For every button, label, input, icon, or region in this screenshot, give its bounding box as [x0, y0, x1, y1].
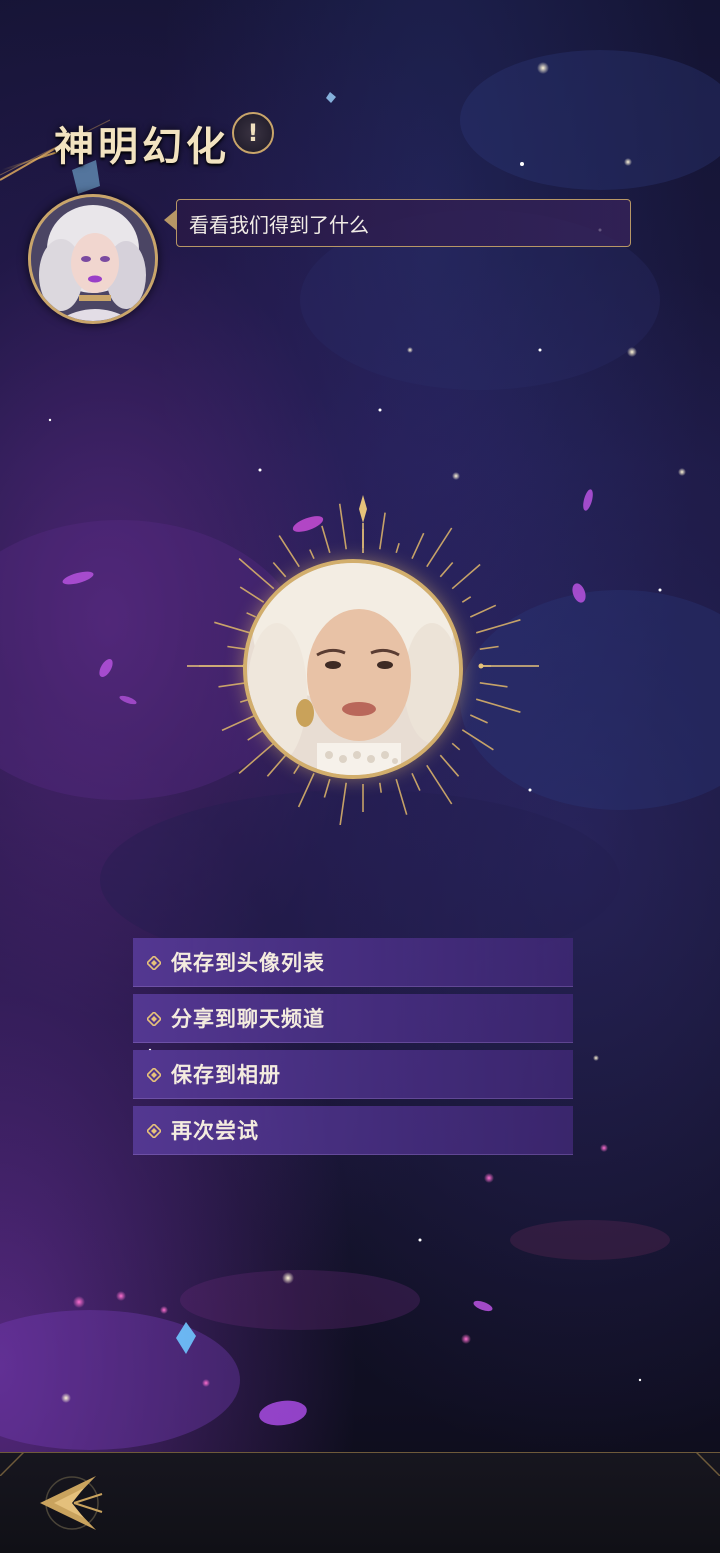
sunburst-ray: [411, 532, 425, 560]
sunburst-ray: [461, 729, 494, 751]
sunburst-ray: [395, 542, 400, 554]
sunburst-ray: [238, 557, 275, 590]
sunburst-ray: [379, 512, 386, 550]
sunburst-ray: [411, 772, 421, 791]
sunburst-ray: [309, 549, 315, 560]
action-menu: 保存到头像列表 分享到聊天频道 保存到相册 再次尝试: [133, 938, 573, 1162]
sunburst-ray: [278, 535, 300, 568]
npc-avatar: [28, 194, 158, 324]
sunburst-ray: [479, 645, 499, 650]
sunburst-ray: [321, 525, 331, 554]
sunburst-ray: [238, 742, 275, 775]
sunburst-ray: [239, 586, 265, 603]
sunburst-ray: [297, 772, 315, 808]
diamond-bullet-icon: [145, 954, 163, 972]
sunburst-ray: [475, 698, 521, 713]
sunburst-ray: [338, 503, 347, 550]
npc-speech-bubble: 看看我们得到了什么: [176, 199, 631, 247]
sunburst-ray: [246, 612, 257, 618]
bottom-bar-corner-right: [696, 1452, 720, 1476]
sunburst-ray: [451, 563, 481, 590]
diamond-bullet-icon: [145, 1122, 163, 1140]
share-to-chat-button[interactable]: 分享到聊天频道: [133, 994, 573, 1043]
npc-portrait-image: [31, 197, 155, 321]
sunburst-ray: [479, 682, 508, 688]
sunburst-ray: [221, 714, 257, 732]
sunburst-ray: [379, 782, 382, 793]
page-title: 神明幻化: [54, 123, 230, 170]
sunburst-ray: [339, 782, 347, 825]
sunburst-ray: [227, 645, 247, 650]
game-screen: 神明幻化 ! 看看我们得到了什么 保存到头像列表 分享到聊天频道 保存到相册 再…: [0, 0, 720, 1553]
exclamation-icon[interactable]: !: [232, 112, 274, 154]
save-to-avatar-list-button[interactable]: 保存到头像列表: [133, 938, 573, 987]
sunburst-ray: [293, 764, 300, 775]
sunburst-ray: [426, 764, 453, 805]
bottom-bar-corner-left: [0, 1452, 24, 1476]
save-to-album-button[interactable]: 保存到相册: [133, 1050, 573, 1099]
menu-item-label: 保存到头像列表: [171, 950, 325, 975]
speech-bubble-tail: [164, 210, 176, 230]
sunburst-ray: [272, 561, 287, 578]
sunburst-ray: [469, 714, 488, 724]
diamond-bullet-icon: [145, 1010, 163, 1028]
generated-portrait-image: [247, 563, 459, 775]
sunburst-ray: [469, 604, 497, 618]
sunburst-ray: [247, 729, 265, 741]
sunburst-ray: [218, 682, 247, 688]
sunburst-ray: [461, 596, 472, 603]
try-again-button[interactable]: 再次尝试: [133, 1106, 573, 1155]
sunburst-ray: [475, 619, 521, 634]
sunburst-ray: [266, 754, 287, 777]
menu-item-label: 再次尝试: [171, 1118, 259, 1143]
npc-speech-text: 看看我们得到了什么: [189, 212, 369, 237]
sunburst-ray: [451, 742, 461, 751]
sunburst-ray: [395, 778, 408, 815]
sunburst-ray: [439, 561, 454, 578]
back-arrow-icon: [40, 1476, 103, 1530]
back-button[interactable]: [36, 1472, 106, 1534]
result-portrait: [243, 559, 463, 779]
sunburst-ray: [323, 778, 331, 798]
sunburst-ray: [426, 527, 453, 568]
menu-item-label: 分享到聊天频道: [171, 1006, 325, 1031]
menu-item-label: 保存到相册: [171, 1062, 281, 1087]
bottom-bar: [0, 1452, 720, 1553]
diamond-bullet-icon: [145, 1066, 163, 1084]
sunburst-ray: [214, 621, 251, 634]
sunburst-ray: [439, 754, 460, 777]
